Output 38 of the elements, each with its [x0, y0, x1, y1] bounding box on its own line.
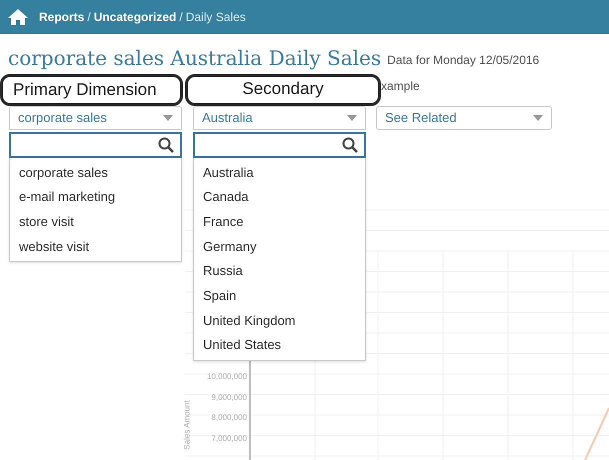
dropdown-option[interactable]: Canada: [194, 184, 365, 210]
breadcrumb-link[interactable]: Uncategorized: [94, 8, 176, 26]
page-title: corporate sales Australia Daily Sales: [8, 45, 382, 72]
dropdown-option[interactable]: United States: [194, 332, 365, 358]
axis-label: Sales Amount: [182, 400, 193, 450]
search-icon: [342, 137, 358, 153]
dropdown-option[interactable]: e-mail marketing: [10, 184, 181, 210]
dropdown-option[interactable]: Germany: [194, 234, 365, 259]
axis-tick-label: 7,000,000: [211, 434, 247, 444]
breadcrumb-separator: /: [87, 9, 91, 26]
dropdown-option[interactable]: website visit: [10, 234, 181, 259]
callout-label: Secondary: [185, 74, 381, 106]
callout-label: Primary Dimension: [0, 74, 183, 106]
label-text: xample: [381, 78, 420, 95]
caret-icon: [163, 115, 173, 121]
breadcrumb-link[interactable]: Daily Sales: [186, 8, 246, 26]
caret-icon: [533, 115, 543, 121]
breadcrumb-separator: /: [179, 9, 183, 26]
dropdown-option[interactable]: Russia: [194, 258, 365, 284]
breadcrumb-link[interactable]: Reports: [39, 8, 84, 26]
home-icon[interactable]: [7, 8, 29, 26]
axis-tick-label: 8,000,000: [211, 413, 247, 424]
dropdown-option[interactable]: Australia: [194, 160, 365, 185]
search-icon: [158, 137, 174, 153]
search-field[interactable]: [193, 132, 366, 158]
dropdown-option[interactable]: France: [194, 209, 365, 234]
caret-icon: [347, 115, 357, 121]
data-date: Data for Monday 12/05/2016: [387, 52, 540, 69]
dropdown-option[interactable]: Spain: [194, 283, 365, 308]
dropdown[interactable]: corporate sales: [9, 106, 182, 130]
search-field[interactable]: [9, 132, 182, 158]
axis-tick-label: 10,000,000: [206, 372, 247, 382]
dropdown[interactable]: Australia: [193, 106, 366, 130]
dropdown[interactable]: See Related: [376, 106, 552, 130]
dropdown-option[interactable]: corporate sales: [10, 160, 181, 185]
axis-tick-label: 9,000,000: [211, 392, 247, 403]
dropdown-option[interactable]: United Kingdom: [194, 308, 365, 333]
dropdown-option[interactable]: store visit: [10, 209, 181, 234]
